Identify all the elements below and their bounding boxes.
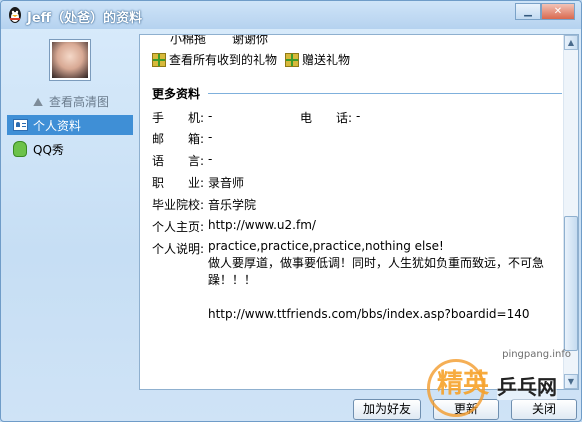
field-phone: 电 话: - [300, 109, 360, 126]
about-line [208, 289, 558, 306]
scroll-thumb[interactable] [564, 216, 578, 351]
field-language: 语 言: - [152, 152, 212, 169]
field-label: 个人说明: [152, 242, 205, 256]
photo-icon: ⛰ [32, 94, 44, 109]
field-label: 语 言: [152, 154, 205, 168]
view-hd-label: 查看高清图 [49, 95, 110, 109]
window-title: Jeff（处爸）的资料 [27, 11, 143, 26]
title-bar[interactable]: Jeff（处爸）的资料 ▁ ✕ [1, 1, 581, 29]
field-value: - [356, 109, 361, 123]
send-gift-link[interactable]: 赠送礼物 [285, 51, 350, 68]
field-label: 手 机: [152, 111, 205, 125]
about-line: 做人要厚道，做事要低调！同时，人生犹如负重而致远，不可急躁！！！ [208, 256, 545, 287]
field-label: 毕业院校: [152, 198, 205, 212]
gift-list: 小棉拖 谢谢你 [170, 34, 269, 47]
about-line: practice,practice,practice,nothing else! [208, 239, 444, 253]
field-email: 邮 箱: - [152, 130, 212, 147]
watermark-brand-left: 精英 [437, 369, 490, 399]
field-occupation: 职 业: 录音师 [152, 174, 244, 191]
field-school: 毕业院校: 音乐学院 [152, 196, 256, 213]
field-value: - [208, 152, 213, 166]
field-value: 录音师 [208, 176, 245, 190]
profile-window: Jeff（处爸）的资料 ▁ ✕ ⛰ 查看高清图 个人资料 QQ秀 小棉拖 谢谢你 [0, 0, 582, 422]
gift-name: 谢谢你 [232, 34, 269, 46]
about-link[interactable]: http://www.ttfriends.com/bbs/index.asp?b… [208, 306, 558, 323]
profile-card-icon [12, 117, 28, 133]
gift-links: 查看所有收到的礼物 赠送礼物 [152, 51, 350, 68]
field-label: 职 业: [152, 176, 205, 190]
homepage-link[interactable]: http://www.u2.fm/ [208, 218, 316, 235]
view-all-gifts-link[interactable]: 查看所有收到的礼物 [152, 51, 277, 68]
field-value: - [208, 109, 213, 123]
sidebar-item-qq-show[interactable]: QQ秀 [7, 139, 133, 159]
section-divider [208, 93, 562, 94]
qq-show-icon [12, 141, 28, 157]
watermark-brand-right: 乒乓网 [497, 371, 557, 400]
gift-icon [285, 52, 300, 67]
field-label: 电 话: [300, 111, 353, 125]
minimize-button[interactable]: ▁ [515, 3, 541, 20]
view-hd-photo-link[interactable]: ⛰ 查看高清图 [31, 93, 109, 110]
add-friend-button[interactable]: 加为好友 [353, 399, 421, 420]
field-mobile: 手 机: - [152, 109, 212, 126]
qq-penguin-icon [9, 7, 21, 23]
section-title: 更多资料 [152, 85, 562, 102]
sidebar-item-label: 个人资料 [33, 118, 82, 133]
window-controls: ▁ ✕ [515, 3, 575, 20]
gift-name: 小棉拖 [170, 34, 207, 46]
field-about: 个人说明: [152, 240, 208, 257]
watermark-logo: pingpang.info 精英 乒乓网 [427, 349, 577, 419]
field-value: - [208, 130, 213, 144]
about-text: practice,practice,practice,nothing else!… [208, 238, 558, 323]
gift-icon [152, 52, 166, 67]
view-all-gifts-label: 查看所有收到的礼物 [169, 53, 278, 67]
scroll-up-button[interactable]: ▲ [564, 35, 578, 50]
avatar-image [52, 42, 88, 78]
field-label: 邮 箱: [152, 132, 205, 146]
sidebar-item-profile[interactable]: 个人资料 [7, 115, 133, 135]
close-window-button[interactable]: ✕ [541, 3, 575, 20]
vertical-scrollbar[interactable]: ▲ ▼ [563, 35, 578, 389]
send-gift-label: 赠送礼物 [302, 53, 351, 67]
sidebar: ⛰ 查看高清图 个人资料 QQ秀 [1, 29, 137, 391]
avatar[interactable] [49, 39, 91, 81]
sidebar-item-label: QQ秀 [33, 142, 64, 157]
field-homepage: 个人主页: http://www.u2.fm/ [152, 218, 316, 235]
more-info-heading: 更多资料 [152, 87, 201, 101]
field-label: 个人主页: [152, 220, 205, 234]
field-value: 音乐学院 [208, 198, 257, 212]
watermark-url: pingpang.info [502, 349, 571, 360]
profile-content-panel: 小棉拖 谢谢你 查看所有收到的礼物 赠送礼物 更多资料 手 机: - 电 话: … [139, 34, 579, 390]
